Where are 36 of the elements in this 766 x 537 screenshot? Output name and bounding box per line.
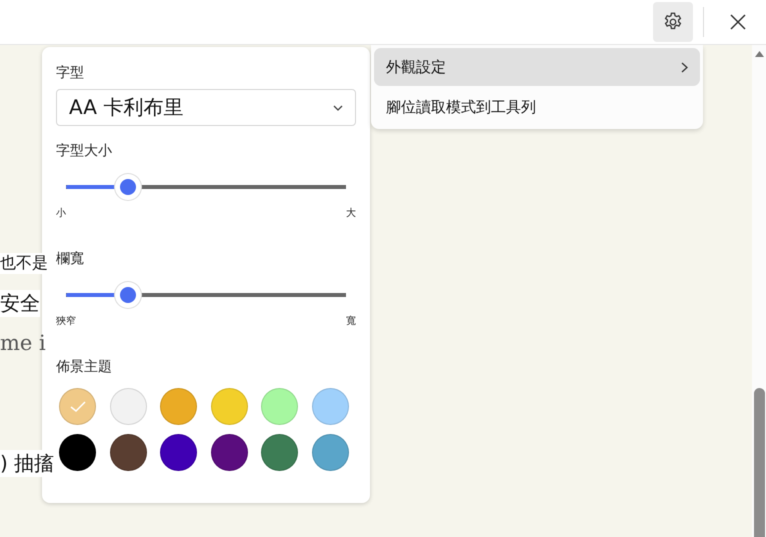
article-text: ) 抽搐: [0, 450, 54, 476]
theme-swatch[interactable]: [312, 434, 349, 471]
min-label: 小: [56, 206, 66, 220]
check-icon: [70, 400, 86, 412]
theme-swatch[interactable]: [160, 434, 198, 471]
menu-item[interactable]: 腳位讀取模式到工具列: [374, 88, 700, 126]
setting-label: 字型大小: [56, 142, 113, 160]
menu-item[interactable]: 外觀設定: [374, 48, 700, 86]
slider-thumb[interactable]: [114, 282, 141, 308]
slider-thumb[interactable]: [114, 174, 141, 200]
theme-swatch[interactable]: [210, 434, 248, 471]
close-icon: [729, 13, 747, 31]
theme-swatch[interactable]: [210, 388, 248, 425]
scrollbar[interactable]: [752, 45, 766, 537]
min-label: 狹窄: [56, 314, 76, 328]
font-label: 字型: [56, 64, 85, 82]
settings-button[interactable]: [653, 2, 693, 42]
article-text: 也不是: [0, 252, 48, 274]
theme-swatch[interactable]: [59, 388, 96, 425]
setting-label: 欄寬: [56, 250, 85, 268]
theme-swatch[interactable]: [110, 434, 147, 471]
theme-swatch[interactable]: [59, 434, 96, 471]
scrollbar-thumb[interactable]: [754, 388, 764, 537]
theme-swatch[interactable]: [261, 434, 298, 471]
theme-swatch[interactable]: [160, 388, 198, 425]
theme-label: 佈景主題: [56, 358, 113, 376]
article-text: 安全: [0, 290, 40, 316]
theme-swatch[interactable]: [312, 388, 349, 425]
font-dropdown[interactable]: AA 卡利布里: [56, 89, 356, 126]
theme-swatch[interactable]: [261, 388, 298, 425]
max-label: 寬: [346, 314, 356, 328]
chevron-down-icon: [333, 104, 343, 110]
article-text: me i: [0, 331, 46, 355]
theme-swatch[interactable]: [110, 388, 147, 425]
scroll-up-icon[interactable]: [754, 51, 764, 57]
max-label: 大: [346, 206, 356, 220]
